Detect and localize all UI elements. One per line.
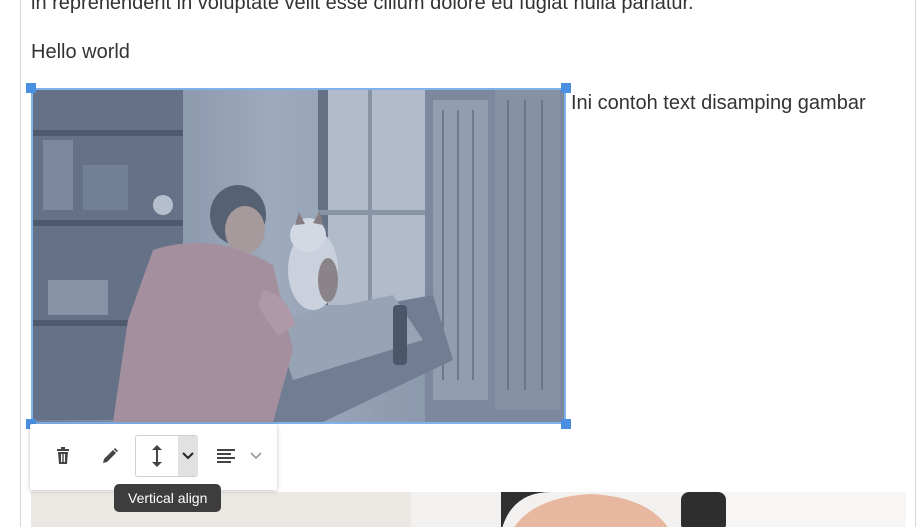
edit-image-button[interactable]	[94, 436, 126, 476]
vertical-align-dropdown[interactable]	[135, 435, 198, 477]
paragraph-text: in reprehenderit in voluptate velit esse…	[31, 0, 694, 14]
vertical-align-button[interactable]	[136, 436, 178, 476]
photo-woman-with-cat	[33, 90, 564, 422]
chevron-down-icon	[182, 452, 194, 460]
resize-handle-top-right[interactable]	[561, 83, 571, 93]
image-toolbar	[30, 424, 277, 490]
delete-image-button[interactable]	[47, 436, 79, 476]
resize-handle-top-left[interactable]	[26, 83, 36, 93]
editor-left-border	[20, 0, 21, 527]
tooltip: Vertical align	[114, 484, 222, 512]
horizontal-align-button[interactable]	[210, 436, 242, 476]
align-left-icon	[217, 449, 235, 463]
trash-icon	[57, 447, 69, 464]
chevron-down-icon	[250, 452, 262, 460]
resize-handle-bottom-right[interactable]	[561, 419, 571, 429]
vertical-align-caret[interactable]	[178, 436, 198, 476]
pencil-icon	[103, 448, 118, 463]
rich-text-editor[interactable]: in reprehenderit in voluptate velit esse…	[0, 0, 922, 527]
hello-paragraph: Hello world	[31, 41, 130, 63]
selected-image[interactable]	[31, 88, 566, 424]
side-text-paragraph: Ini contoh text disamping gambar	[571, 92, 866, 114]
editor-right-border	[915, 0, 916, 527]
vertical-align-icon	[152, 445, 162, 467]
horizontal-align-caret[interactable]	[241, 436, 271, 476]
